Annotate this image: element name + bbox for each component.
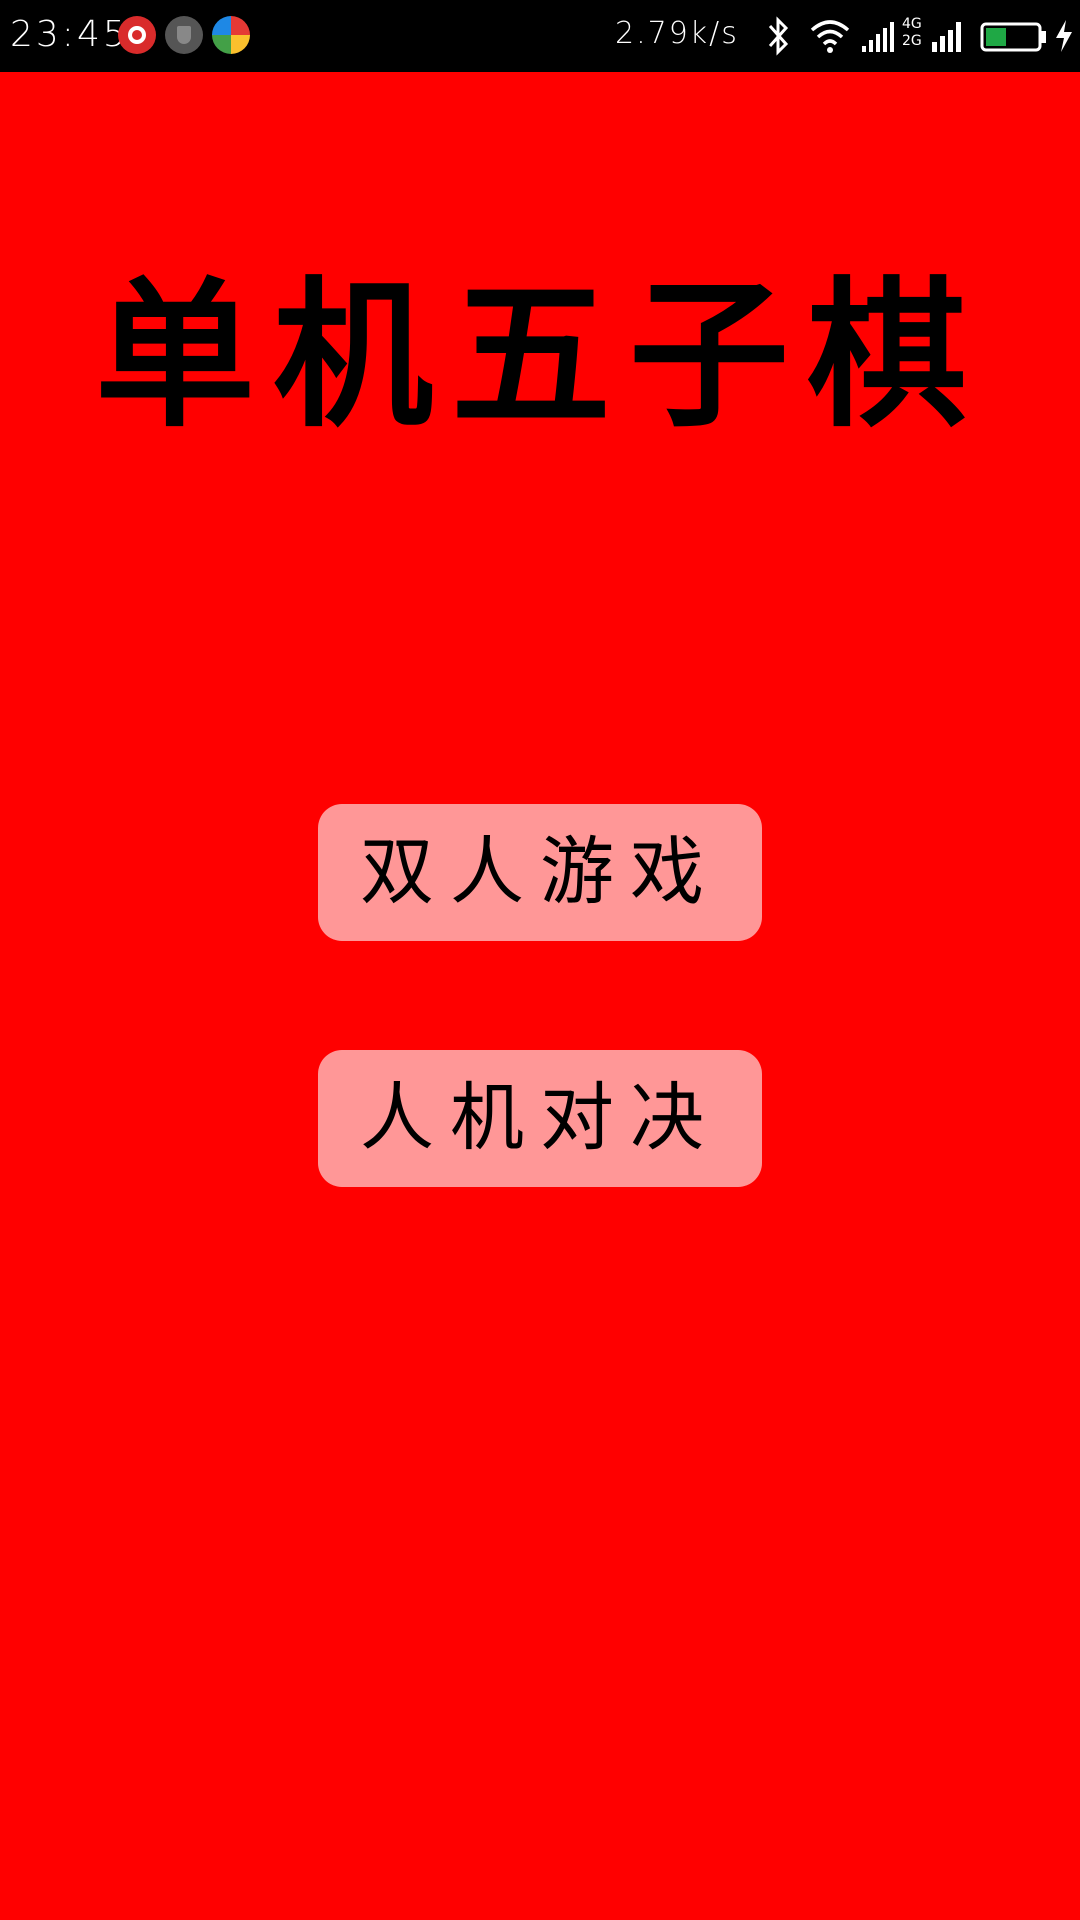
charging-icon bbox=[1056, 20, 1072, 52]
two-player-button[interactable]: 双人游戏 bbox=[318, 804, 762, 941]
status-bar: 23:45 2.79k/s 4G 2G bbox=[0, 0, 1080, 72]
signal-icon bbox=[862, 22, 894, 52]
status-time: 23:45 bbox=[10, 14, 129, 55]
network-type-label: 4G 2G bbox=[902, 16, 922, 49]
app-title: 单机五子棋 bbox=[94, 261, 985, 449]
chart-app-icon bbox=[212, 16, 250, 54]
network-speed: 2.79k/s bbox=[615, 16, 739, 51]
bluetooth-icon bbox=[768, 16, 789, 56]
wifi-icon bbox=[810, 20, 850, 53]
signal-icon bbox=[932, 22, 961, 52]
music-app-icon bbox=[118, 16, 156, 54]
vs-ai-button[interactable]: 人机对决 bbox=[318, 1050, 762, 1187]
shield-icon bbox=[165, 16, 203, 54]
battery-icon bbox=[980, 22, 1046, 52]
